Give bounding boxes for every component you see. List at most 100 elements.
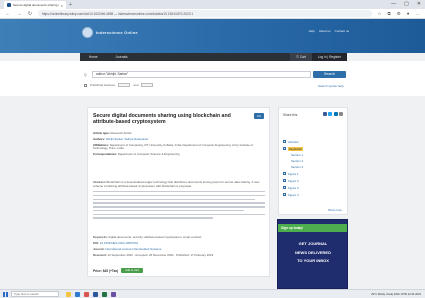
close-window-button[interactable]: ✕ (417, 1, 421, 7)
windows-taskbar: Type here to search 29°C Mostly cloudy E… (0, 289, 425, 298)
section-icon (283, 140, 286, 143)
contact-link[interactable]: Contact us (335, 29, 349, 33)
article-meta-bottom: Keywords: digital documents; security; a… (93, 235, 265, 260)
taskbar-search-input[interactable]: Type here to search (11, 291, 59, 297)
back-icon[interactable]: ← (5, 11, 11, 17)
abstract-lines (93, 190, 265, 219)
browser-tabbar: Secure digital documents sharing u × + —… (0, 0, 425, 9)
type-label: Article type: (93, 131, 110, 135)
site-nav: Home Journals ☰ Cart Log in | Register (80, 53, 347, 61)
ad-headline: GET JOURNAL NEWS DELIVERED TO YOUR INBOX (294, 241, 331, 263)
maximize-button[interactable]: ▢ (404, 1, 409, 7)
outline-item-active[interactable]: Keywords (283, 145, 343, 152)
abstract-section: Abstract: Blockchain is a decentralised … (93, 180, 265, 221)
outline-item[interactable]: Figure 3 (283, 184, 343, 191)
and-label: and (133, 83, 139, 87)
browser-toolbar-icons: ☆ ⧉ ⚙ ● … (377, 11, 420, 17)
price-row: Price: $45 (+Tax) Add to cart (93, 268, 143, 273)
linkedin-icon[interactable] (333, 112, 338, 116)
word-icon[interactable] (93, 291, 98, 297)
correspondence-value: Department of Computer Science & Enginee… (117, 152, 180, 157)
type-value: Research Article (110, 131, 132, 135)
authors-value[interactable]: Abhijit Sarkar, Sathya Narayanan (106, 137, 149, 141)
facebook-icon[interactable] (322, 112, 327, 116)
nav-login[interactable]: Log in | Register (311, 53, 347, 61)
header-links: Help About us Contact us (309, 29, 349, 33)
site-favicon-icon (7, 3, 11, 7)
outline-item[interactable]: Abstract (283, 138, 343, 145)
address-bar: ← → ↻ https://onlinelibrary.wiley.com/do… (0, 9, 425, 19)
dates-label: Received: (93, 252, 107, 257)
forward-icon[interactable]: → (16, 11, 22, 17)
window-controls: — ▢ ✕ (391, 1, 421, 7)
nav-home[interactable]: Home (80, 55, 107, 59)
site-brand[interactable]: Inderscience Online (96, 30, 138, 35)
show-more-link[interactable]: Show more (328, 208, 342, 212)
figure-icon (283, 179, 286, 182)
price-text: Price: $45 (+Tax) (93, 268, 119, 273)
doi-link[interactable]: 10.1504/IJES.2023.10057001 (100, 241, 138, 245)
figure-icon (283, 172, 286, 175)
share-icons (322, 112, 343, 116)
excel-icon[interactable] (102, 291, 107, 297)
reload-icon[interactable]: ↻ (27, 11, 33, 17)
ad-signup-banner[interactable]: Sign up today! (278, 224, 347, 232)
abstract-text: Blockchain is a decentralised ledger tec… (93, 180, 260, 188)
from-year-select[interactable] (118, 83, 131, 87)
minimize-button[interactable]: — (391, 1, 396, 7)
search-button[interactable]: Search (313, 71, 346, 78)
affiliations-value: Department of Computing, IIIT University… (93, 142, 253, 151)
browser-tab[interactable]: Secure digital documents sharing u × (4, 1, 66, 9)
tab-title: Secure digital documents sharing u (13, 3, 59, 7)
doi-label: DOI: (93, 240, 100, 245)
site-logo[interactable] (82, 27, 93, 38)
journal-link[interactable]: International Journal of Embedded System… (105, 247, 161, 251)
open-access-badge: OA (254, 113, 264, 119)
article-meta: Article type: Research Article Authors: … (93, 131, 265, 159)
share-label: Share this (283, 113, 298, 117)
article-card: Secure digital documents sharing using b… (87, 107, 270, 277)
teams-icon[interactable] (111, 291, 116, 297)
star-icon[interactable]: ☆ (377, 11, 381, 17)
extensions-icon[interactable]: ⚙ (397, 11, 401, 17)
taskbar-apps (66, 291, 116, 297)
dates-value: 12 September 2022 · Accepted: 25 Decembe… (107, 252, 214, 257)
search-input[interactable]: author:"Abhijit, Sarkar" (92, 71, 311, 78)
edge-icon[interactable] (75, 291, 80, 297)
figure-icon (283, 193, 286, 196)
authors-label: Authors: (93, 136, 106, 141)
profile-icon[interactable]: ● (407, 11, 410, 17)
figure-icon (283, 186, 286, 189)
close-tab-icon[interactable]: × (61, 3, 63, 8)
search-icon: Q (84, 73, 87, 77)
menu-icon[interactable]: … (416, 11, 421, 17)
outline-item[interactable]: Figure 1 (283, 170, 343, 177)
add-to-cart-button[interactable]: Add to cart (121, 268, 143, 273)
to-year-select[interactable] (141, 83, 154, 87)
new-tab-button[interactable]: + (69, 2, 72, 8)
about-link[interactable]: About us (319, 29, 331, 33)
journal-label: Journal: (93, 246, 105, 251)
date-filter-checkbox[interactable] (84, 83, 87, 87)
twitter-icon[interactable] (328, 112, 332, 116)
file-explorer-icon[interactable] (66, 291, 71, 297)
newsletter-ad[interactable]: Sign up today! GET JOURNAL NEWS DELIVERE… (277, 219, 348, 289)
collections-icon[interactable]: ⧉ (388, 11, 391, 17)
correspondence-label: Correspondence: (93, 152, 117, 157)
outline-item[interactable]: Figure 4 (283, 191, 343, 198)
url-field[interactable]: https://onlinelibrary.wiley.com/doi/10.1… (38, 10, 373, 17)
help-link[interactable]: Help (309, 29, 315, 33)
nav-cart[interactable]: ☰ Cart (290, 53, 312, 61)
system-tray[interactable]: 29°C Mostly cloudy ENG 16:55 12-04-2023 (371, 293, 425, 296)
site-header: Inderscience Online Help About us Contac… (0, 19, 425, 53)
email-icon[interactable] (339, 112, 343, 116)
nav-journals[interactable]: Journals (107, 55, 137, 59)
date-filter-label: Published between (90, 83, 116, 87)
keywords-value: digital documents; security; attribute-b… (108, 235, 202, 239)
article-outline: Abstract Keywords Section 1 Section 2 Se… (283, 138, 343, 198)
chrome-icon[interactable] (84, 291, 89, 297)
search-help-link[interactable]: Search syntax help (318, 84, 344, 88)
windows-start-icon[interactable] (3, 291, 8, 297)
keywords-label: Keywords: (93, 235, 108, 239)
outline-item[interactable]: Figure 2 (283, 177, 343, 184)
